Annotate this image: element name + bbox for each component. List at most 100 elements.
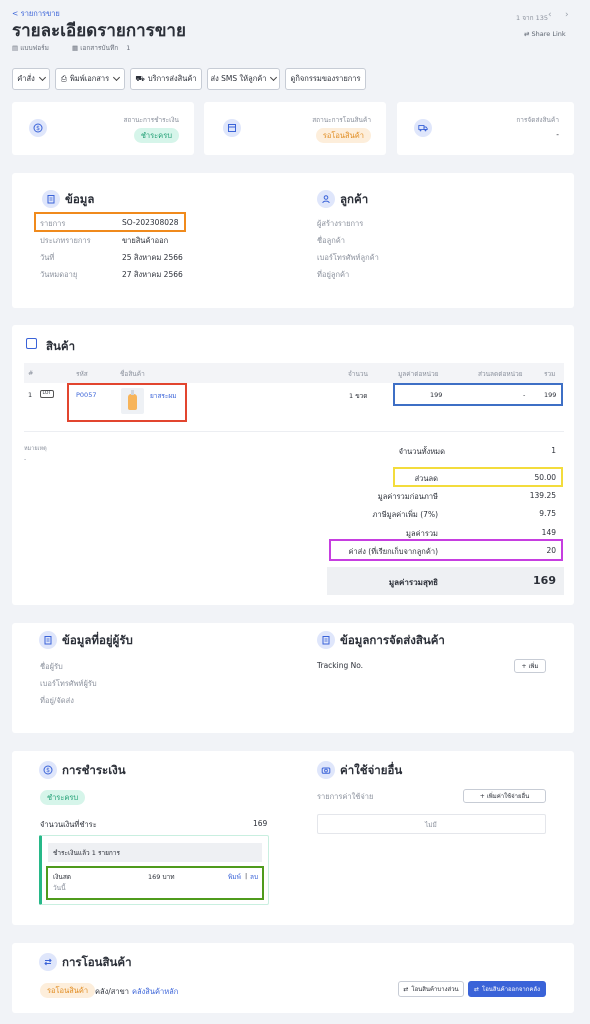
chevron-down-icon (113, 73, 121, 82)
transfer-out-button[interactable]: ⇄ โอนสินค้าออกจากคลัง (468, 981, 546, 997)
info-title: ข้อมูล (65, 192, 95, 206)
doc-ref-value: 1 (126, 44, 131, 52)
payment-status-badge: ชำระครบ (133, 128, 179, 143)
clipboard-icon (42, 190, 60, 208)
info-value-expiry: 27 สิงหาคม 2566 (122, 270, 183, 279)
lot-badge-text: LOT (42, 391, 52, 396)
page-title: รายละเอียดรายการขาย (12, 21, 186, 41)
transfer-status-card: สถานะการโอนสินค้า รอโอนสินค้า (204, 102, 386, 155)
add-expense-button[interactable]: + เพิ่มค่าใช้จ่ายอื่น (463, 789, 546, 803)
total-qty-value: 1 (551, 446, 556, 455)
pagination-text: 1 จาก 135 (516, 14, 549, 22)
template-label[interactable]: ▤ แบบฟอร์ม (12, 43, 49, 53)
row-divider (24, 431, 564, 432)
transfer-status-badge: รอโอนสินค้า (315, 128, 371, 143)
shipping-status-label: การจัดส่งสินค้า (516, 116, 559, 124)
box-icon (223, 119, 241, 137)
printer-icon: ⎙ (60, 74, 67, 83)
warehouse-link[interactable]: คลังสินค้าหลัก (132, 986, 178, 998)
shipping-service-button[interactable]: ⛟ บริการส่งสินค้า (130, 68, 202, 90)
amount-paid-label: จำนวนเงินที่ชำระ (40, 820, 97, 829)
chevron-down-icon (38, 73, 46, 82)
net-total-value: 169 (533, 574, 556, 587)
clipboard-icon (39, 631, 57, 649)
transfer-title: การโอนสินค้า (62, 955, 132, 969)
payment-title: การชำระเงิน (62, 763, 126, 777)
note-label: หมายเหตุ (24, 446, 47, 452)
lot-badge: LOT (40, 390, 54, 398)
share-icon: ⇄ (524, 30, 530, 38)
pre-vat-label: มูลค่ารวมก่อนภาษี (377, 492, 438, 501)
transfer-status-label: สถานะการโอนสินค้า (312, 116, 371, 124)
payment-status-label: สถานะการชำระเงิน (123, 116, 179, 124)
chevron-down-icon (270, 73, 278, 82)
col-name: ชื่อสินค้า (120, 370, 145, 378)
row-no: 1 (28, 391, 33, 399)
doc-ref-label: เอกสารบันทึก (80, 44, 119, 52)
recipient-title: ข้อมูลที่อยู่ผู้รับ (62, 633, 133, 647)
dollar-icon: $ (29, 119, 47, 137)
shipping-status-value: - (556, 130, 559, 139)
expenses-empty-text: ไม่มี (425, 821, 437, 829)
dollar-icon: $ (39, 761, 57, 779)
command-button[interactable]: คำสั่ง (12, 68, 50, 90)
customer-creator-label: ผู้สร้างรายการ (317, 219, 364, 228)
info-label-expiry: วันหมดอายุ (40, 270, 78, 279)
customer-title: ลูกค้า (340, 192, 369, 206)
prev-page-icon[interactable]: ‹ (548, 10, 552, 20)
info-card: ข้อมูล รายการ SO-202308028 ประเภทรายการ … (12, 173, 574, 308)
truck-icon (414, 119, 432, 137)
info-label-type: ประเภทรายการ (40, 236, 91, 245)
note-value: - (24, 456, 27, 463)
info-value-type: ขายสินค้าออก (122, 236, 169, 245)
recipient-phone-label: เบอร์โทรศัพท์ผู้รับ (40, 679, 97, 688)
payment-badge: ชำระครบ (40, 790, 86, 805)
shipping-status-card: การจัดส่งสินค้า - (397, 102, 574, 155)
highlight-doc-number (34, 212, 186, 232)
share-link-button[interactable]: ⇄ Share Link (524, 30, 566, 38)
view-activity-button[interactable]: ดูกิจกรรมของรายการ (285, 68, 366, 90)
net-total-label: มูลค่ารวมสุทธิ (388, 578, 438, 587)
partial-transfer-button[interactable]: ⇄ โอนสินค้าบางส่วน (398, 981, 464, 997)
document-icon: ▤ (12, 44, 19, 52)
svg-text:$: $ (36, 125, 40, 132)
recipient-card: ข้อมูลที่อยู่ผู้รับ ชื่อผู้รับ เบอร์โทรศ… (12, 623, 574, 733)
transfer-badge: รอโอนสินค้า (40, 983, 96, 998)
print-button[interactable]: ⎙ พิมพ์เอกสาร (55, 68, 125, 90)
truck-icon: ⛟ (135, 74, 145, 83)
pre-vat-value: 139.25 (529, 491, 556, 500)
vat-value: 9.75 (539, 509, 556, 518)
col-discount: ส่วนลดต่อหน่วย (478, 370, 523, 378)
total-qty-label: จำนวนทั้งหมด (398, 447, 445, 456)
doc-ref: ▦ เอกสารบันทึก 1 (72, 43, 130, 53)
file-icon: ▦ (72, 44, 79, 52)
col-code: รหัส (76, 370, 88, 378)
transfer-icon: ⇄ (473, 985, 479, 993)
highlight-product-cell (67, 383, 187, 422)
payment-status-card: $ สถานะการชำระเงิน ชำระครบ (12, 102, 194, 155)
col-no: # (28, 369, 34, 377)
add-tracking-button[interactable]: + เพิ่ม (514, 659, 546, 673)
next-page-icon[interactable]: › (565, 10, 569, 20)
paid-count: ชำระเงินแล้ว 1 รายการ (53, 849, 120, 857)
print-label: พิมพ์เอกสาร (69, 74, 110, 83)
vat-label: ภาษีมูลค่าเพิ่ม (7%) (372, 510, 438, 519)
net-total-bar (327, 567, 564, 595)
share-link-label: Share Link (531, 30, 566, 38)
tracking-label: Tracking No. (317, 661, 364, 670)
template-text: แบบฟอร์ม (20, 44, 49, 52)
partial-transfer-label: โอนสินค้าบางส่วน (411, 986, 459, 993)
highlight-payment-row (46, 866, 264, 900)
shipping-service-label: บริการส่งสินค้า (147, 74, 197, 83)
user-icon (317, 190, 335, 208)
send-sms-button[interactable]: ส่ง SMS ให้ลูกค้า (207, 68, 280, 90)
recipient-address-label: ที่อยู่/จัดส่ง (40, 696, 74, 705)
svg-text:$: $ (46, 767, 50, 774)
transfer-out-label: โอนสินค้าออกจากคลัง (481, 986, 541, 993)
delivery-title: ข้อมูลการจัดส่งสินค้า (340, 633, 445, 647)
send-sms-label: ส่ง SMS ให้ลูกค้า (210, 74, 267, 83)
customer-phone-label: เบอร์โทรศัพท์ลูกค้า (317, 253, 379, 262)
col-unit-price: มูลค่าต่อหน่วย (398, 370, 439, 378)
col-qty: จำนวน (348, 370, 368, 378)
camera-icon (317, 761, 335, 779)
